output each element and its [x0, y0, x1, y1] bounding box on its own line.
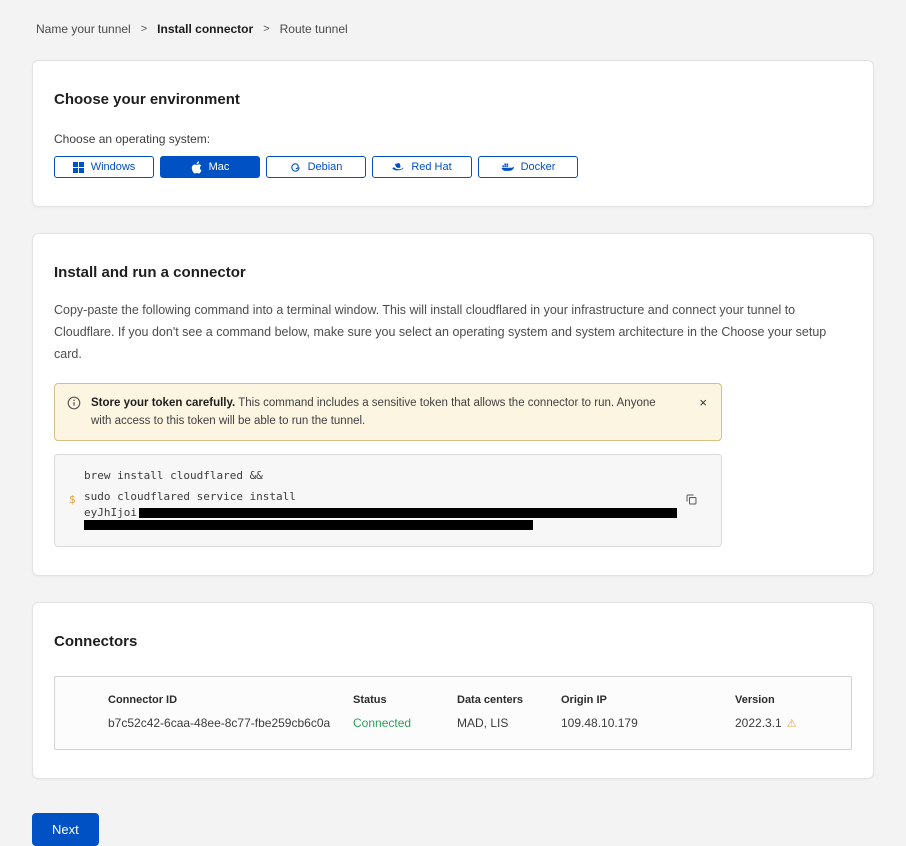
- os-button-redhat[interactable]: Red Hat: [372, 156, 472, 178]
- token-warning-text: Store your token carefully. This command…: [91, 394, 685, 431]
- os-button-label: Red Hat: [411, 161, 451, 173]
- environment-card-title: Choose your environment: [54, 91, 852, 108]
- connector-card: Install and run a connector Copy-paste t…: [32, 233, 874, 576]
- os-button-debian[interactable]: Debian: [266, 156, 366, 178]
- breadcrumb-step-name-your-tunnel[interactable]: Name your tunnel: [36, 22, 131, 36]
- debian-icon: [290, 162, 301, 173]
- close-icon[interactable]: ×: [695, 394, 711, 411]
- install-command-lines: brew install cloudflared && sudo cloudfl…: [84, 465, 677, 533]
- os-button-label: Docker: [521, 161, 556, 173]
- install-command-block: $ brew install cloudflared && sudo cloud…: [54, 454, 722, 547]
- os-button-group: Windows Mac Debian Red Hat: [54, 156, 852, 178]
- os-button-label: Windows: [91, 161, 136, 173]
- connector-description: Copy-paste the following command into a …: [54, 300, 852, 366]
- version-number: 2022.3.1: [735, 716, 782, 730]
- command-line-1: brew install cloudflared &&: [84, 465, 677, 486]
- column-header-origin-ip: Origin IP: [561, 694, 735, 706]
- version-value: 2022.3.1 ⚠: [735, 716, 851, 730]
- breadcrumb: Name your tunnel > Install connector > R…: [36, 22, 870, 36]
- docker-icon: [501, 162, 514, 172]
- page: Name your tunnel > Install connector > R…: [0, 0, 906, 846]
- connector-id-value: b7c52c42-6caa-48ee-8c77-fbe259cb6c0a: [108, 716, 353, 730]
- origin-ip-value: 109.48.10.179: [561, 716, 735, 730]
- os-button-label: Debian: [308, 161, 343, 173]
- column-header-status: Status: [353, 694, 457, 706]
- apple-icon: [191, 161, 202, 174]
- os-select-label: Choose an operating system:: [54, 132, 852, 146]
- redhat-icon: [392, 162, 404, 172]
- breadcrumb-separator: >: [263, 23, 269, 35]
- table-row: b7c52c42-6caa-48ee-8c77-fbe259cb6c0a Con…: [55, 716, 851, 730]
- connector-card-title: Install and run a connector: [54, 264, 852, 281]
- token-prefix: eyJhIjoi: [84, 507, 137, 519]
- connectors-table-header: Connector ID Status Data centers Origin …: [55, 694, 851, 706]
- breadcrumb-step-install-connector[interactable]: Install connector: [157, 22, 253, 36]
- token-line: eyJhIjoi: [84, 507, 677, 519]
- copy-command-button[interactable]: [682, 490, 701, 512]
- version-warning-icon: ⚠: [787, 717, 797, 730]
- connectors-card: Connectors Connector ID Status Data cent…: [32, 602, 874, 779]
- breadcrumb-separator: >: [141, 23, 147, 35]
- windows-icon: [73, 162, 84, 173]
- column-header-version: Version: [735, 694, 851, 706]
- connectors-card-title: Connectors: [54, 633, 852, 650]
- column-header-connector-id: Connector ID: [108, 694, 353, 706]
- os-button-windows[interactable]: Windows: [54, 156, 154, 178]
- redacted-token-bar: [139, 508, 677, 518]
- token-warning-alert: Store your token carefully. This command…: [54, 383, 722, 442]
- redacted-token-bar: [84, 520, 533, 530]
- connectors-table: Connector ID Status Data centers Origin …: [54, 676, 852, 750]
- status-badge: Connected: [353, 716, 457, 730]
- os-button-label: Mac: [209, 161, 230, 173]
- copy-icon: [685, 494, 698, 509]
- info-icon: [67, 396, 81, 415]
- os-button-docker[interactable]: Docker: [478, 156, 578, 178]
- breadcrumb-step-route-tunnel[interactable]: Route tunnel: [280, 22, 348, 36]
- column-header-data-centers: Data centers: [457, 694, 561, 706]
- command-line-2: sudo cloudflared service install: [84, 486, 677, 507]
- terminal-prompt: $: [69, 493, 84, 506]
- environment-card: Choose your environment Choose an operat…: [32, 60, 874, 207]
- next-button[interactable]: Next: [32, 813, 99, 846]
- token-warning-bold: Store your token carefully.: [91, 397, 235, 409]
- data-centers-value: MAD, LIS: [457, 716, 561, 730]
- os-button-mac[interactable]: Mac: [160, 156, 260, 178]
